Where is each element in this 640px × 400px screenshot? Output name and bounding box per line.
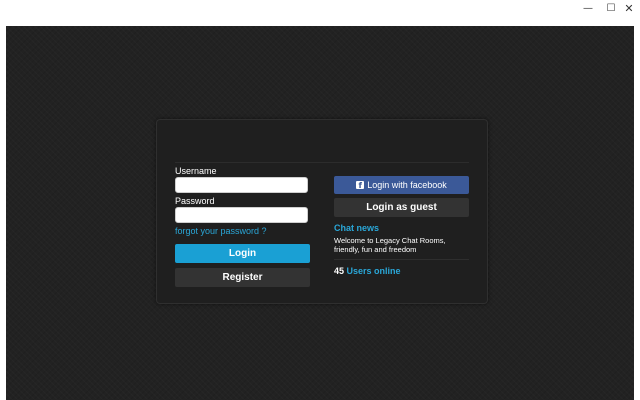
password-input[interactable] [175, 207, 308, 223]
login-panel: Username Password forgot your password ?… [156, 119, 488, 304]
guest-login-button[interactable]: Login as guest [334, 198, 469, 217]
password-label: Password [175, 196, 215, 206]
users-online-label: Users online [346, 266, 401, 276]
username-label: Username [175, 166, 217, 176]
chat-news-text: Welcome to Legacy Chat Rooms, friendly, … [334, 236, 446, 254]
facebook-icon: f [356, 181, 365, 190]
panel-divider [175, 162, 469, 163]
facebook-login-button[interactable]: f Login with facebook [334, 176, 469, 194]
chat-news-title: Chat news [334, 223, 380, 233]
facebook-login-label: Login with facebook [367, 180, 447, 190]
forgot-password-link[interactable]: forgot your password ? [175, 226, 267, 236]
users-online: 45 Users online [334, 266, 401, 276]
register-button[interactable]: Register [175, 268, 310, 287]
close-button[interactable]: ✕ [616, 0, 640, 16]
users-online-count: 45 [334, 266, 345, 276]
login-button[interactable]: Login [175, 244, 310, 263]
window-titlebar: — ☐ ✕ [0, 0, 640, 26]
username-input[interactable] [175, 177, 308, 193]
page-viewport: Username Password forgot your password ?… [6, 26, 634, 400]
news-divider [334, 259, 469, 260]
